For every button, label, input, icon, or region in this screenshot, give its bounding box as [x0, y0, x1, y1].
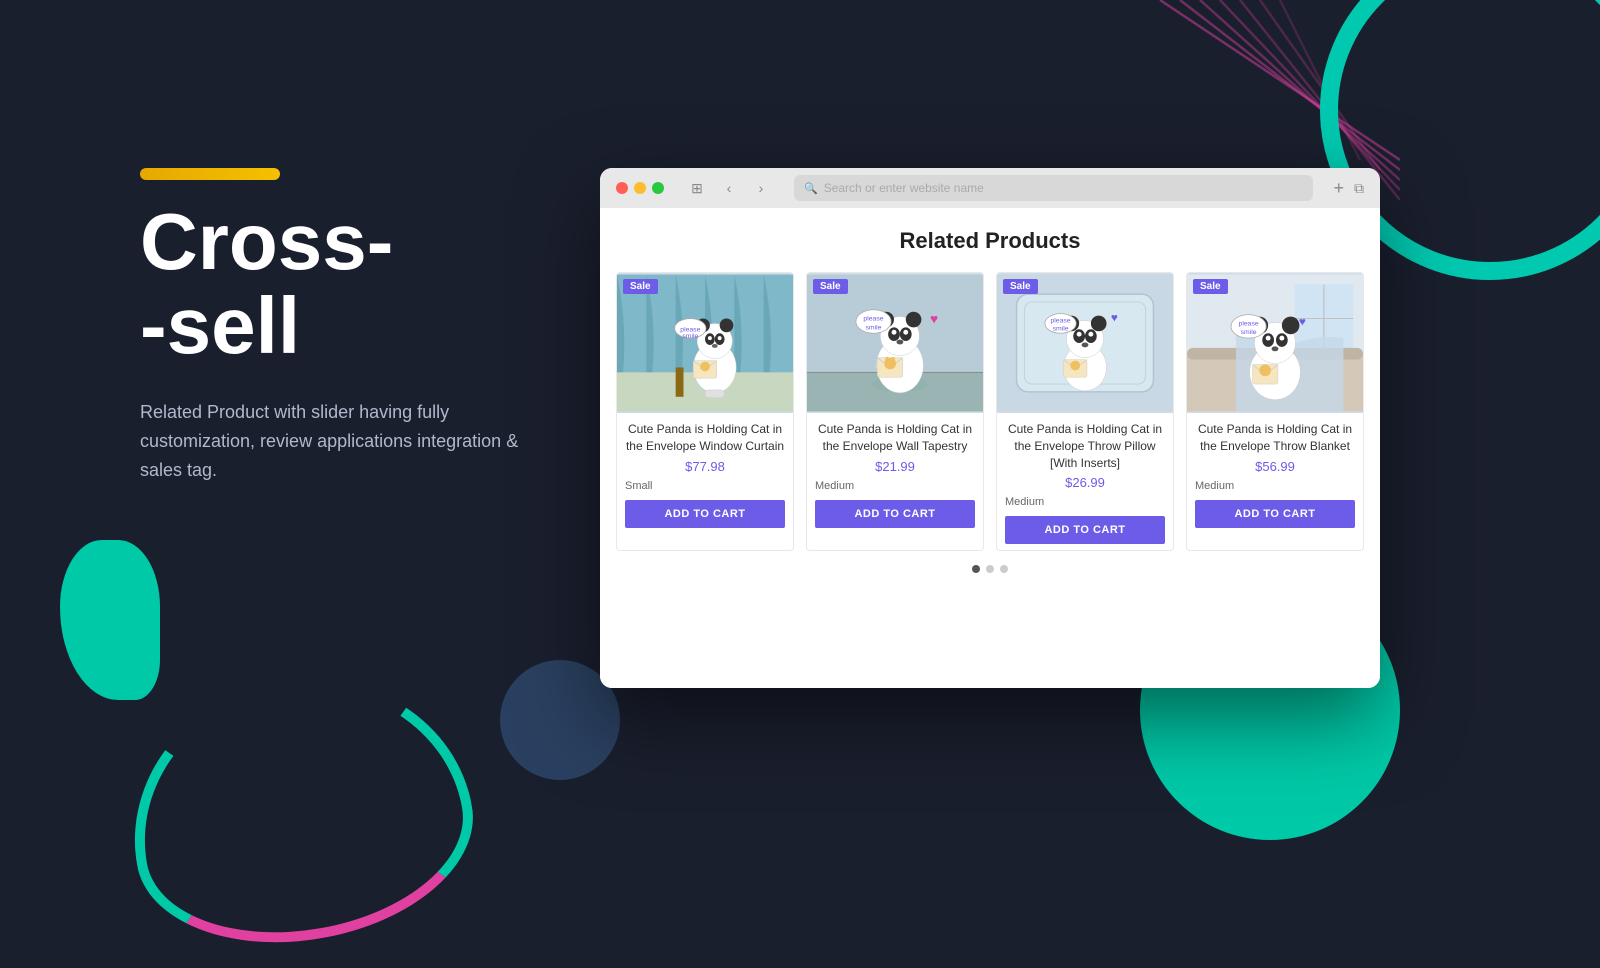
add-to-cart-btn-2[interactable]: ADD TO CART	[815, 500, 975, 528]
sale-badge-2: Sale	[813, 279, 848, 294]
left-content-area: Cross- -sell Related Product with slider…	[140, 200, 560, 484]
product-price-3: $26.99	[1005, 475, 1165, 490]
product-variant-2: Medium	[815, 480, 975, 492]
product-name-4: Cute Panda is Holding Cat in the Envelop…	[1195, 421, 1355, 455]
product-info-2: Cute Panda is Holding Cat in the Envelop…	[807, 413, 983, 550]
sale-badge-4: Sale	[1193, 279, 1228, 294]
main-description: Related Product with slider having fully…	[140, 398, 560, 484]
traffic-light-yellow[interactable]	[634, 182, 646, 194]
product-image-curtain: Sale	[617, 273, 793, 413]
svg-text:smile: smile	[682, 333, 698, 340]
product-card-2: Sale	[806, 272, 984, 551]
svg-text:♥: ♥	[1111, 311, 1118, 324]
sale-badge-3: Sale	[1003, 279, 1038, 294]
traffic-light-green[interactable]	[652, 182, 664, 194]
product-price-4: $56.99	[1195, 459, 1355, 474]
product-price-2: $21.99	[815, 459, 975, 474]
slider-dots	[616, 565, 1364, 573]
product-image-pillow: Sale	[997, 273, 1173, 413]
product-variant-3: Medium	[1005, 496, 1165, 508]
product-info-3: Cute Panda is Holding Cat in the Envelop…	[997, 413, 1173, 550]
address-placeholder: Search or enter website name	[824, 181, 984, 195]
product-card-4: Sale	[1186, 272, 1364, 551]
svg-text:♥: ♥	[930, 311, 938, 326]
main-title: Cross- -sell	[140, 200, 560, 368]
product-card-1: Sale	[616, 272, 794, 551]
products-grid: Sale	[616, 272, 1364, 551]
svg-text:please: please	[1239, 320, 1259, 327]
traffic-light-red[interactable]	[616, 182, 628, 194]
browser-nav-icons: ⊞ ‹ ›	[684, 175, 774, 201]
add-to-cart-btn-3[interactable]: ADD TO CART	[1005, 516, 1165, 544]
new-tab-button[interactable]: +	[1333, 178, 1344, 199]
decorative-circle-bottom-left	[110, 652, 490, 967]
dot-3[interactable]	[1000, 565, 1008, 573]
section-title: Related Products	[616, 228, 1364, 254]
product-name-2: Cute Panda is Holding Cat in the Envelop…	[815, 421, 975, 455]
product-variant-1: Small	[625, 480, 785, 492]
traffic-lights	[616, 182, 664, 194]
address-bar[interactable]: 🔍 Search or enter website name	[794, 175, 1313, 201]
add-to-cart-btn-4[interactable]: ADD TO CART	[1195, 500, 1355, 528]
product-image-tapestry: Sale	[807, 273, 983, 413]
svg-text:♥: ♥	[1299, 315, 1306, 328]
product-name-1: Cute Panda is Holding Cat in the Envelop…	[625, 421, 785, 455]
svg-text:please: please	[1050, 317, 1070, 324]
forward-button[interactable]: ›	[748, 175, 774, 201]
browser-titlebar: ⊞ ‹ › 🔍 Search or enter website name + ⧉	[600, 168, 1380, 208]
product-name-3: Cute Panda is Holding Cat in the Envelop…	[1005, 421, 1165, 471]
svg-text:smile: smile	[866, 324, 882, 331]
dot-1[interactable]	[972, 565, 980, 573]
add-to-cart-btn-1[interactable]: ADD TO CART	[625, 500, 785, 528]
browser-content: Related Products Sale	[600, 208, 1380, 688]
product-price-1: $77.98	[625, 459, 785, 474]
back-button[interactable]: ‹	[716, 175, 742, 201]
product-info-4: Cute Panda is Holding Cat in the Envelop…	[1187, 413, 1363, 550]
sale-badge-1: Sale	[623, 279, 658, 294]
decorative-yellow-bar	[140, 168, 280, 180]
svg-text:smile: smile	[1053, 325, 1069, 332]
window-icon: ⊞	[684, 175, 710, 201]
browser-window: ⊞ ‹ › 🔍 Search or enter website name + ⧉…	[600, 168, 1380, 688]
dot-2[interactable]	[986, 565, 994, 573]
copy-button[interactable]: ⧉	[1354, 180, 1364, 197]
product-variant-4: Medium	[1195, 480, 1355, 492]
svg-text:please: please	[863, 316, 883, 323]
decorative-blob-mid-left	[60, 540, 160, 700]
browser-actions: + ⧉	[1333, 178, 1364, 199]
product-info-1: Cute Panda is Holding Cat in the Envelop…	[617, 413, 793, 550]
svg-text:smile: smile	[1241, 329, 1257, 336]
product-card-3: Sale	[996, 272, 1174, 551]
product-image-blanket: Sale	[1187, 273, 1363, 413]
